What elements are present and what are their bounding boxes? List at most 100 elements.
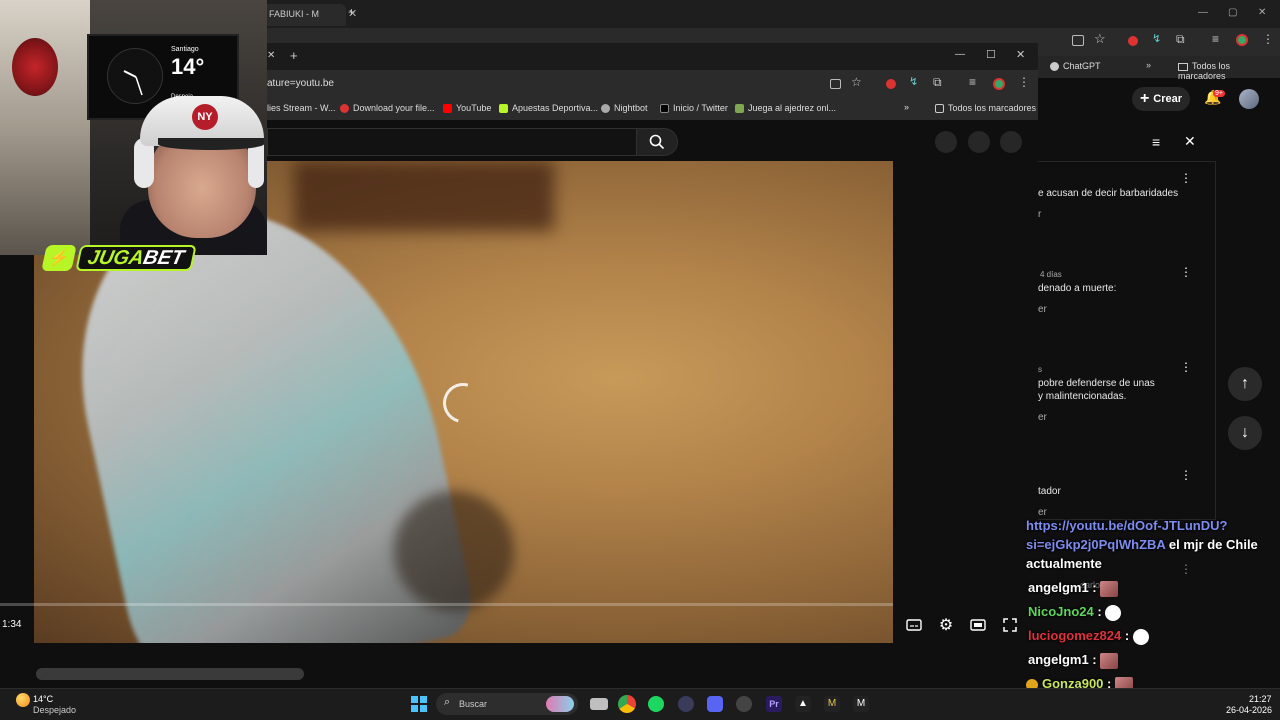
bookmark-5[interactable]: Inicio / Twitter	[660, 103, 728, 114]
spotify-icon[interactable]	[648, 696, 664, 712]
settings-gear-icon[interactable]: ⚙	[935, 614, 957, 636]
windows-start-icon[interactable]	[411, 696, 427, 712]
inner-minimize-button[interactable]: —	[955, 49, 965, 60]
taskbar-clock-time[interactable]: 21:27	[1249, 694, 1272, 704]
discord-icon[interactable]	[707, 696, 723, 712]
extension-red-icon[interactable]	[1128, 36, 1138, 46]
fullscreen-button[interactable]	[999, 614, 1021, 636]
video-time: 1:34	[2, 619, 22, 630]
task-view-icon[interactable]	[590, 698, 608, 710]
plus-icon: +	[1139, 90, 1150, 107]
inner-new-tab-button[interactable]: +	[290, 48, 298, 63]
reading-list-icon[interactable]: ≡	[1212, 32, 1219, 46]
bookmark-6[interactable]: Juega al ajedrez onl...	[735, 103, 836, 114]
inner-tab-close-icon[interactable]: ✕	[267, 50, 275, 61]
inner-extensions-puzzle-icon[interactable]: ⧉	[933, 75, 942, 90]
sort-icon[interactable]: ≡	[1152, 134, 1160, 150]
inner-close-button[interactable]: ✕	[1016, 48, 1025, 61]
chat-username[interactable]: angelgm1	[1028, 652, 1089, 667]
clock-temp: 14°	[171, 54, 205, 79]
bookmark-3-label: Apuestas Deportiva...	[512, 103, 599, 113]
outer-minimize-button[interactable]: —	[1198, 7, 1208, 18]
inner-maximize-button[interactable]: ☐	[986, 48, 996, 61]
comment-2-reply[interactable]: er	[1038, 303, 1047, 316]
app-m2-icon[interactable]: M	[853, 696, 869, 712]
chat-username[interactable]: NicoJno24	[1028, 604, 1094, 619]
inner-profile-avatar[interactable]	[993, 78, 1005, 90]
inner-extension-red-icon[interactable]	[886, 79, 896, 89]
scroll-up-button[interactable]: ↑	[1228, 367, 1262, 401]
subtitles-icon	[906, 619, 922, 631]
search-input[interactable]	[267, 128, 637, 156]
scroll-down-button[interactable]: ↓	[1228, 416, 1262, 450]
taskbar-search-box[interactable]: ⌕ Buscar	[436, 693, 578, 715]
comment-5-menu-icon[interactable]: ⋮	[1180, 562, 1192, 576]
arrow-up-icon: ↑	[1241, 375, 1249, 392]
search-button[interactable]	[636, 128, 678, 156]
taskbar-clock-date[interactable]: 26-04-2026	[1226, 705, 1272, 715]
outer-maximize-button[interactable]: ▢	[1228, 7, 1237, 18]
theater-mode-button[interactable]	[967, 614, 989, 636]
comment-2-menu-icon[interactable]: ⋮	[1180, 265, 1192, 279]
horizontal-scrollbar[interactable]	[36, 668, 304, 680]
bookmark-2-label: YouTube	[456, 103, 492, 113]
webcam-overlay: Santiago 14° Despeja NY	[0, 0, 267, 255]
close-panel-icon[interactable]: ✕	[1184, 133, 1196, 150]
cast-icon[interactable]	[1072, 35, 1084, 46]
app-m-icon[interactable]: M	[824, 696, 840, 712]
chrome-icon[interactable]	[618, 695, 636, 713]
premiere-pro-icon[interactable]: Pr	[766, 696, 782, 712]
chat-link-line-2[interactable]: si=ejGkp2j0PqlWhZBA	[1026, 537, 1165, 552]
app-a-icon[interactable]: ▲	[795, 696, 811, 712]
create-button[interactable]: + Crear	[1132, 87, 1190, 111]
extension-translate-icon[interactable]: ↯	[1152, 32, 1161, 45]
outer-close-button[interactable]: ✕	[1258, 7, 1266, 18]
header-icon-2[interactable]	[968, 131, 990, 153]
progress-bar[interactable]	[0, 603, 893, 606]
comment-4-text: tador	[1038, 486, 1061, 497]
inner-bookmarks-more-button[interactable]: »	[904, 102, 909, 112]
weather-moon-icon[interactable]	[16, 693, 30, 707]
profile-avatar[interactable]	[1236, 34, 1248, 46]
chat-username[interactable]: angelgm1	[1028, 580, 1089, 595]
comment-1-menu-icon[interactable]: ⋮	[1180, 171, 1192, 185]
bookmark-4[interactable]: Nightbot	[601, 103, 648, 114]
inner-reading-list-icon[interactable]: ≡	[969, 75, 976, 89]
outer-tab[interactable]: FABIUKI - M	[262, 4, 346, 26]
chat-username[interactable]: luciogomez824	[1028, 628, 1121, 643]
header-icon-3[interactable]	[1000, 131, 1022, 153]
comment-4-menu-icon[interactable]: ⋮	[1180, 468, 1192, 482]
video-content-shadow	[294, 161, 554, 231]
outer-all-bookmarks[interactable]: Todos los marcadores	[1178, 61, 1280, 81]
app-icon[interactable]	[678, 696, 694, 712]
bookmark-1[interactable]: Download your file...	[340, 103, 435, 114]
fullscreen-icon	[1003, 618, 1017, 632]
comment-3-menu-icon[interactable]: ⋮	[1180, 360, 1192, 374]
weather-temp[interactable]: 14°C	[33, 694, 53, 704]
header-icon-1[interactable]	[935, 131, 957, 153]
inner-extension-translate-icon[interactable]: ↯	[909, 75, 918, 88]
nightbot-icon	[601, 104, 610, 114]
comment-3-reply[interactable]: er	[1038, 411, 1047, 424]
bookmarks-more-button[interactable]: »	[1146, 60, 1151, 70]
inner-star-icon[interactable]: ☆	[851, 75, 862, 89]
bookmark-chatgpt[interactable]: ChatGPT	[1050, 61, 1101, 72]
menu-dots-icon[interactable]: ⋮	[1262, 32, 1274, 46]
extensions-puzzle-icon[interactable]: ⧉	[1176, 32, 1185, 47]
inner-all-bookmarks[interactable]: Todos los marcadores	[935, 103, 1036, 114]
comment-1-reply[interactable]: r	[1038, 208, 1041, 221]
bookmark-2[interactable]: YouTube	[443, 103, 492, 114]
bookmark-3[interactable]: Apuestas Deportiva...	[499, 103, 599, 114]
account-avatar[interactable]	[1239, 89, 1259, 109]
folder-icon	[1178, 62, 1188, 71]
inner-url[interactable]: ature=youtu.be	[267, 78, 334, 89]
star-icon[interactable]: ☆	[1094, 31, 1106, 47]
inner-cast-icon[interactable]	[830, 79, 841, 89]
subtitles-button[interactable]	[903, 614, 925, 636]
chat-row-2: NicoJno24 :	[1028, 600, 1122, 624]
bookmark-0[interactable]: lies Stream - W...	[267, 103, 336, 113]
inner-menu-dots-icon[interactable]: ⋮	[1018, 75, 1030, 89]
obs-icon[interactable]	[736, 696, 752, 712]
outer-new-tab-button[interactable]: +	[348, 5, 355, 19]
comments-panel-header: ≡ ✕	[1038, 124, 1216, 162]
